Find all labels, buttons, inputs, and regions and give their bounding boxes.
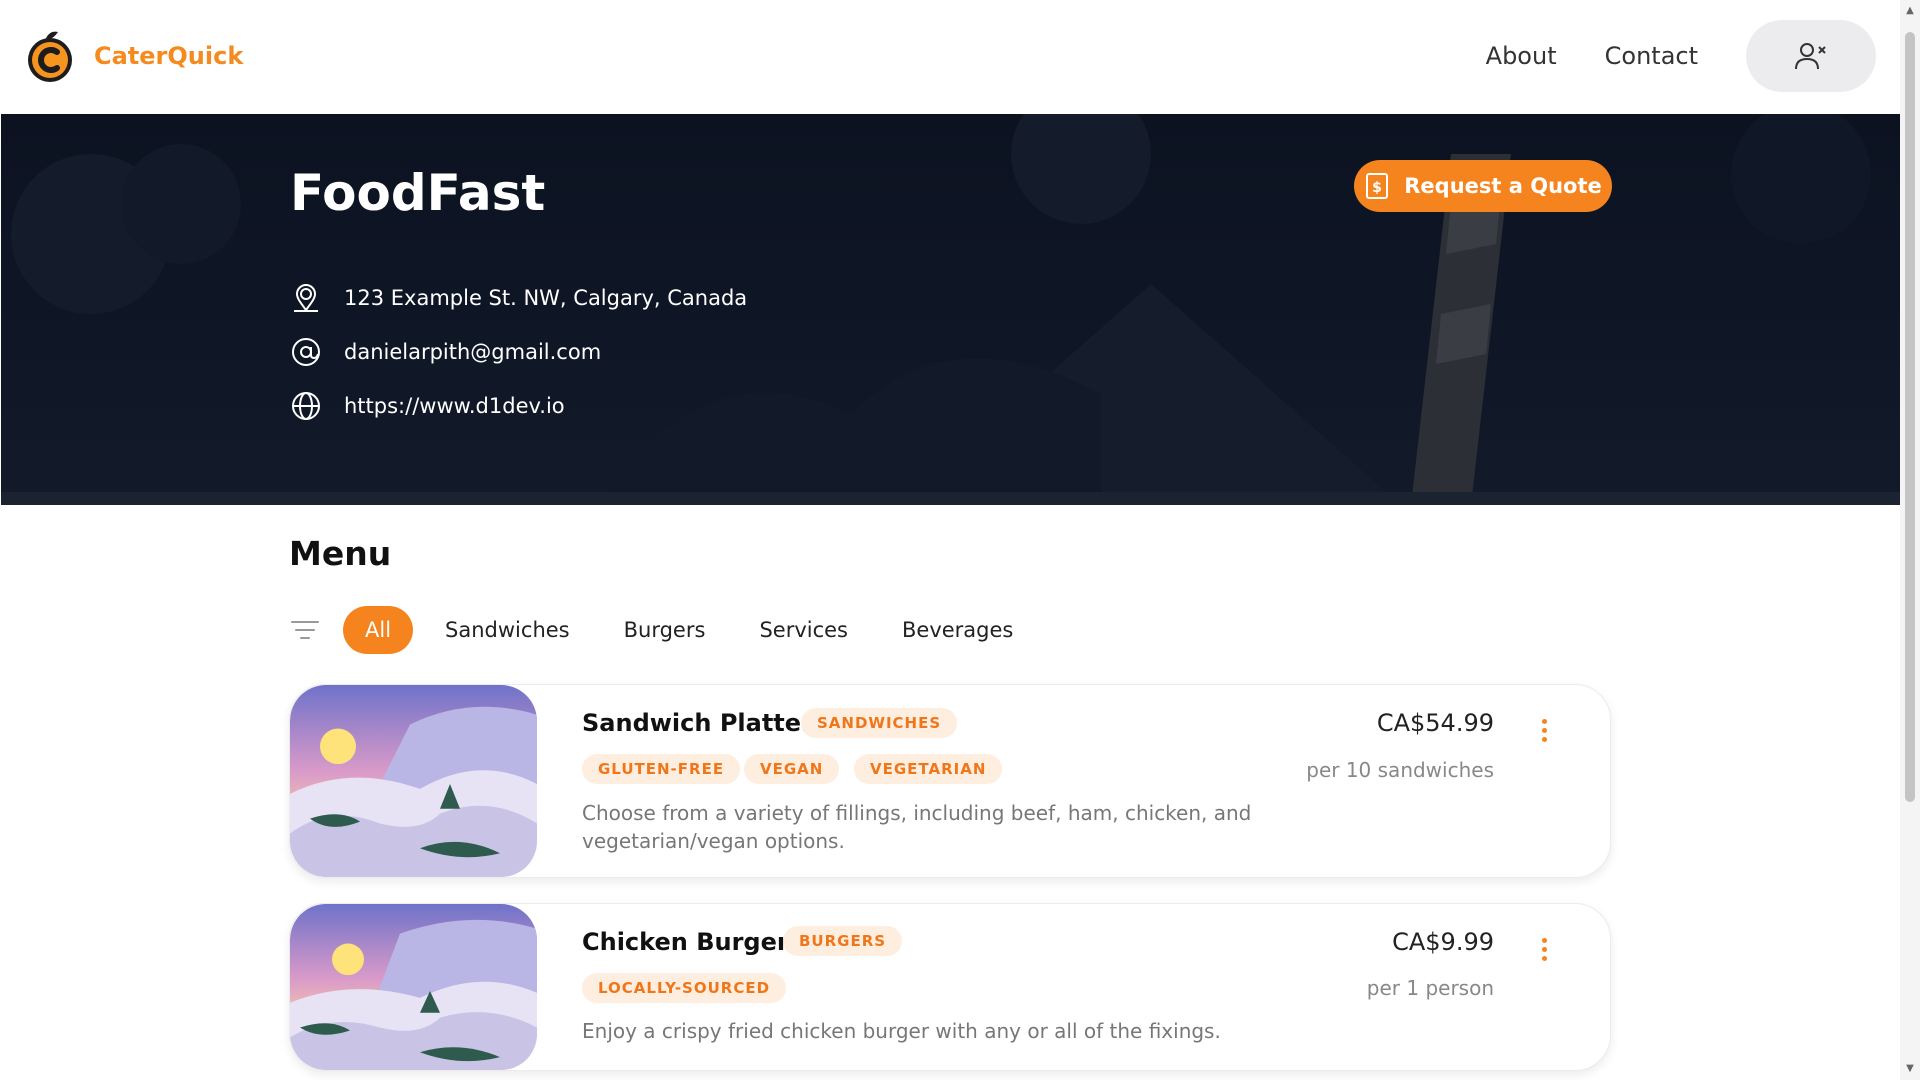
vendor-hero: FoodFast $ Request a Quote 123 Example S… — [1, 114, 1900, 505]
brand-name: CaterQuick — [94, 42, 244, 70]
caterquick-logo-icon — [28, 31, 72, 82]
vendor-website-row: https://www.d1dev.io — [290, 390, 565, 422]
menu-item-image — [290, 904, 537, 1070]
menu-item-image — [290, 685, 537, 877]
dollar-document-icon: $ — [1366, 173, 1389, 199]
scrollbar-thumb[interactable] — [1905, 32, 1915, 802]
vendor-email-row: danielarpith@gmail.com — [290, 336, 601, 368]
filter-chip-all[interactable]: All — [343, 606, 414, 654]
vendor-website[interactable]: https://www.d1dev.io — [344, 394, 565, 418]
category-badge: SANDWICHES — [801, 708, 958, 738]
nav-about-link[interactable]: About — [1486, 42, 1557, 70]
menu-item-unit: per 1 person — [1366, 976, 1494, 1000]
filter-chip-beverages[interactable]: Beverages — [880, 606, 1035, 654]
diet-tag: GLUTEN-FREE — [582, 754, 741, 784]
svg-text:$: $ — [1372, 180, 1382, 196]
user-account-button[interactable] — [1746, 20, 1876, 92]
kebab-menu-icon[interactable] — [1542, 719, 1548, 746]
menu-item-price: CA$9.99 — [1392, 928, 1494, 956]
hero-background-illustration — [1, 114, 1900, 505]
brand[interactable]: CaterQuick — [24, 28, 243, 84]
user-remove-icon — [1795, 43, 1826, 70]
diet-tag: VEGETARIAN — [854, 754, 1003, 784]
request-quote-label: Request a Quote — [1404, 174, 1602, 198]
page-scrollbar[interactable]: ▲ ▼ — [1900, 0, 1920, 1080]
nav-links: About Contact — [1486, 20, 1900, 92]
vendor-name: FoodFast — [290, 164, 546, 222]
vendor-email[interactable]: danielarpith@gmail.com — [344, 340, 601, 364]
scroll-up-arrow-icon[interactable]: ▲ — [1904, 6, 1916, 16]
menu-heading: Menu — [289, 534, 392, 573]
menu-item-card[interactable]: Sandwich Platter SANDWICHES GLUTEN-FREE … — [289, 684, 1611, 878]
globe-icon — [292, 392, 320, 420]
diet-tag: LOCALLY-SOURCED — [582, 973, 787, 1003]
vendor-address-row: 123 Example St. NW, Calgary, Canada — [290, 282, 747, 314]
top-navigation: CaterQuick About Contact — [0, 0, 1900, 114]
menu-item-price: CA$54.99 — [1376, 709, 1494, 737]
filter-chip-services[interactable]: Services — [737, 606, 870, 654]
menu-item-card[interactable]: Chicken Burger BURGERS LOCALLY-SOURCED E… — [289, 903, 1611, 1071]
menu-filter-bar: All Sandwiches Burgers Services Beverage… — [289, 606, 1045, 654]
filter-chip-sandwiches[interactable]: Sandwiches — [423, 606, 592, 654]
menu-item-unit: per 10 sandwiches — [1306, 758, 1494, 782]
scroll-down-arrow-icon[interactable]: ▼ — [1904, 1064, 1916, 1074]
request-quote-button[interactable]: $ Request a Quote — [1354, 160, 1612, 212]
vendor-address: 123 Example St. NW, Calgary, Canada — [344, 286, 748, 310]
location-pin-icon — [294, 284, 318, 312]
filter-icon[interactable] — [289, 614, 321, 646]
at-sign-icon — [292, 338, 320, 366]
kebab-menu-icon[interactable] — [1542, 938, 1548, 965]
menu-item-description: Enjoy a crispy fried chicken burger with… — [582, 1019, 1221, 1043]
diet-tag: VEGAN — [744, 754, 840, 784]
filter-chip-burgers[interactable]: Burgers — [602, 606, 728, 654]
nav-contact-link[interactable]: Contact — [1605, 42, 1698, 70]
menu-item-description: Choose from a variety of fillings, inclu… — [582, 801, 1252, 853]
menu-item-name: Chicken Burger — [582, 928, 789, 956]
menu-item-name: Sandwich Platter — [582, 709, 813, 737]
category-badge: BURGERS — [783, 926, 903, 956]
